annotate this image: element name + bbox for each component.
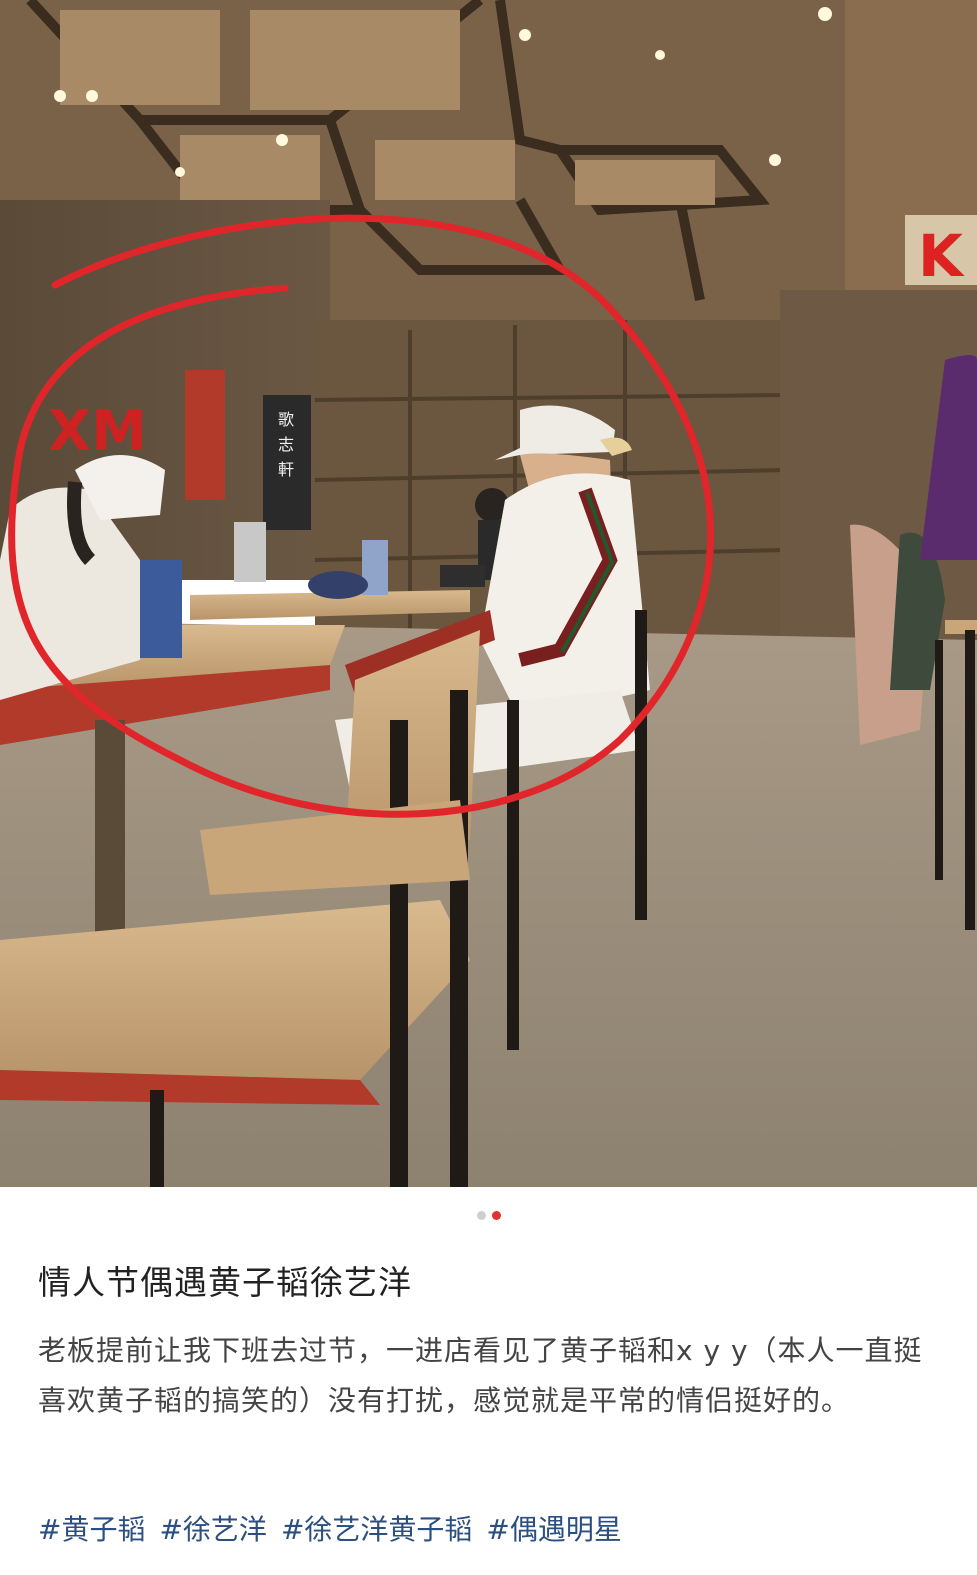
tag-list: #黄子韬 #徐艺洋 #徐艺洋黄子韬 #偶遇明星 — [38, 1508, 958, 1548]
restaurant-scene: K XM 歌 志 軒 — [0, 0, 977, 1187]
post-body: 老板提前让我下班去过节，一进店看见了黄子韬和x y y（本人一直挺喜欢黄子韬的搞… — [38, 1334, 923, 1417]
tag-link[interactable]: #徐艺洋黄子韬 — [281, 1508, 472, 1548]
poster-char-2: 志 — [278, 435, 294, 454]
poster-char-1: 歌 — [278, 410, 294, 429]
post-photo[interactable]: K XM 歌 志 軒 — [0, 0, 977, 1187]
tag-link[interactable]: #黄子韬 — [38, 1508, 145, 1548]
left-logo: XM — [48, 399, 147, 464]
carousel-dot-2[interactable] — [491, 1211, 501, 1220]
post-title: 情人节偶遇黄子韬徐艺洋 — [38, 1263, 412, 1302]
tag-link[interactable]: #偶遇明星 — [486, 1508, 621, 1548]
tag-link[interactable]: #徐艺洋 — [159, 1508, 266, 1548]
carousel-dot-1[interactable] — [476, 1211, 486, 1220]
right-logo: K — [918, 222, 965, 290]
poster-char-3: 軒 — [278, 460, 294, 479]
carousel-dots[interactable] — [0, 1211, 977, 1220]
